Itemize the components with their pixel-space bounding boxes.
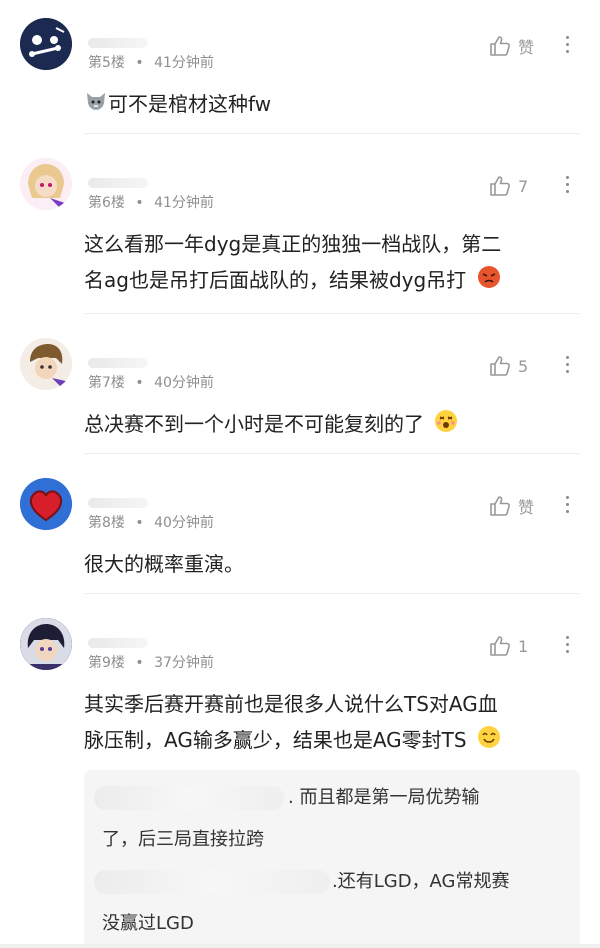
timestamp: 41分钟前	[154, 195, 214, 211]
avatar[interactable]	[20, 338, 72, 390]
username-blurred[interactable]	[88, 638, 148, 648]
smile-emoji-icon	[477, 724, 501, 760]
reply-text-line: 没赢过LGD	[102, 913, 194, 934]
avatar-robot-icon	[20, 18, 72, 70]
dizzy-face-emoji-icon	[434, 408, 458, 444]
divider	[84, 313, 580, 314]
meta-separator: •	[135, 375, 144, 391]
divider	[84, 133, 580, 134]
avatar[interactable]	[20, 478, 72, 530]
thumbs-up-icon	[490, 636, 510, 656]
reply-username-blurred[interactable]	[94, 870, 330, 894]
avatar-heart-icon	[20, 478, 72, 530]
more-vertical-icon[interactable]	[560, 36, 574, 53]
bottom-edge	[0, 944, 600, 948]
avatar-anime-girl-icon	[20, 158, 72, 210]
reply-text-line: 了，后三局直接拉跨	[102, 829, 264, 850]
avatar-anime-character-icon	[20, 618, 72, 670]
comment-text: 很大的概率重演。	[84, 552, 244, 576]
timestamp: 40分钟前	[154, 515, 214, 531]
like-button[interactable]: 5	[488, 354, 528, 378]
more-vertical-icon[interactable]	[560, 636, 574, 653]
like-count: 1	[518, 636, 529, 656]
comment-meta: 第9楼 • 37分钟前	[88, 652, 214, 672]
reply-thread[interactable]: . 而且都是第一局优势输 了，后三局直接拉跨 .还有LGD，AG常规赛 没赢过L…	[84, 770, 580, 948]
floor-number: 第5楼	[88, 55, 125, 71]
meta-separator: •	[135, 55, 144, 71]
reply-username-blurred[interactable]	[94, 786, 284, 810]
wolf-emoji-icon	[84, 88, 108, 124]
angry-face-emoji-icon	[477, 264, 501, 300]
comment-meta: 第8楼 • 40分钟前	[88, 512, 214, 532]
reply-text-line: .还有LGD，AG常规赛	[332, 871, 510, 892]
comment-text: 其实季后赛开赛前也是很多人说什么TS对AG血 脉压制，AG输多赢少，结果也是AG…	[84, 686, 584, 760]
timestamp: 40分钟前	[154, 375, 214, 391]
avatar[interactable]	[20, 158, 72, 210]
like-button[interactable]: 7	[488, 174, 528, 198]
username-blurred[interactable]	[88, 38, 148, 48]
like-button[interactable]: 赞	[488, 494, 534, 518]
more-vertical-icon[interactable]	[560, 356, 574, 373]
avatar-anime-boy-icon	[20, 338, 72, 390]
comment-text: 可不是棺材这种fw	[84, 86, 584, 124]
floor-number: 第7楼	[88, 375, 125, 391]
like-count: 赞	[518, 38, 535, 57]
username-blurred[interactable]	[88, 178, 148, 188]
divider	[84, 453, 580, 454]
timestamp: 37分钟前	[154, 655, 214, 671]
comment-text: 这么看那一年dyg是真正的独独一档战队，第二 名ag也是吊打后面战队的，结果被d…	[84, 226, 584, 300]
thumbs-up-icon	[490, 36, 510, 56]
username-blurred[interactable]	[88, 498, 148, 508]
more-vertical-icon[interactable]	[560, 496, 574, 513]
floor-number: 第9楼	[88, 655, 125, 671]
meta-separator: •	[135, 655, 144, 671]
timestamp: 41分钟前	[154, 55, 214, 71]
divider	[84, 593, 580, 594]
floor-number: 第8楼	[88, 515, 125, 531]
username-blurred[interactable]	[88, 358, 148, 368]
like-count: 5	[518, 356, 529, 376]
meta-separator: •	[135, 195, 144, 211]
meta-separator: •	[135, 515, 144, 531]
thumbs-up-icon	[490, 176, 510, 196]
floor-number: 第6楼	[88, 195, 125, 211]
like-count: 7	[518, 176, 529, 196]
like-count: 赞	[518, 498, 535, 517]
comment-text: 总决赛不到一个小时是不可能复刻的了	[84, 406, 584, 444]
like-button[interactable]: 赞	[488, 34, 534, 58]
comment-meta: 第6楼 • 41分钟前	[88, 192, 214, 212]
like-button[interactable]: 1	[488, 634, 528, 658]
thumbs-up-icon	[490, 356, 510, 376]
comment-meta: 第7楼 • 40分钟前	[88, 372, 214, 392]
reply-text-line: . 而且都是第一局优势输	[288, 787, 480, 808]
comment-meta: 第5楼 • 41分钟前	[88, 52, 214, 72]
avatar[interactable]	[20, 618, 72, 670]
more-vertical-icon[interactable]	[560, 176, 574, 193]
thumbs-up-icon	[490, 496, 510, 516]
avatar[interactable]	[20, 18, 72, 70]
